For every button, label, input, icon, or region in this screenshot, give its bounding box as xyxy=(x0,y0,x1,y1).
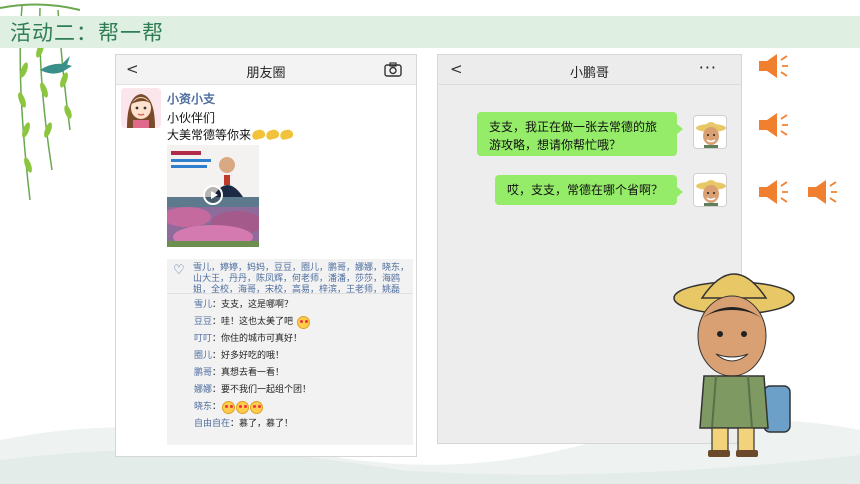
comment[interactable]: 雪儿：支支，这是哪啊？ xyxy=(194,298,293,312)
speaker-icon[interactable] xyxy=(806,178,840,206)
comment-author[interactable]: 圈儿 xyxy=(194,349,212,363)
likes-comments-box: ♡ 雪儿，婷婷，妈妈，豆豆，圈儿，鹏哥，娜娜，晓东，山大王，丹丹，陈凤辉，何老师… xyxy=(167,259,413,445)
comment-author[interactable]: 自由自在 xyxy=(194,417,230,431)
moments-title: 朋友圈 xyxy=(246,66,286,81)
comment-author[interactable]: 雪儿 xyxy=(194,298,212,312)
avatar[interactable] xyxy=(693,115,727,149)
comment[interactable]: 叮叮：你住的城市可真好！ xyxy=(194,332,302,346)
comment-text: 慕了，慕了！ xyxy=(239,419,294,429)
heart-icon: ♡ xyxy=(173,263,185,278)
chat-message[interactable]: 支支，我正在做一张去常德的旅游攻略，想请你帮忙哦？ xyxy=(477,112,683,156)
comment[interactable]: 圈儿：好多好吃的哦！ xyxy=(194,349,284,363)
comment-author[interactable]: 叮叮 xyxy=(194,332,212,346)
comment[interactable]: 豆豆：哇！这也太美了吧 xyxy=(194,315,311,329)
heart-eyes-emoji-icon xyxy=(236,400,250,414)
comment-text: 哇！这也太美了吧 xyxy=(221,317,294,327)
clap-emoji-icon xyxy=(265,128,280,141)
camera-icon[interactable] xyxy=(384,62,402,77)
clap-emoji-icon xyxy=(279,128,294,141)
post-text-line2-label: 大美常德等你来 xyxy=(167,128,252,142)
heart-eyes-emoji-icon xyxy=(297,315,311,329)
slide-title: 活动二：帮一帮 xyxy=(10,21,164,45)
speaker-icon[interactable] xyxy=(757,52,791,80)
comment[interactable]: 自由自在：慕了，慕了！ xyxy=(194,417,293,431)
post-video-thumbnail[interactable] xyxy=(167,145,259,247)
comment-text: 支支，这是哪啊？ xyxy=(221,300,294,310)
boy-avatar-icon xyxy=(694,116,726,148)
heart-eyes-emoji-icon xyxy=(222,400,236,414)
speaker-icon[interactable] xyxy=(757,111,791,139)
comment-author[interactable]: 豆豆 xyxy=(194,315,212,329)
post-text-line1: 小伙伴们 xyxy=(167,111,216,125)
moments-navbar: < 朋友圈 xyxy=(116,55,416,85)
comment-text: 真想去看一看！ xyxy=(221,368,285,378)
post-author[interactable]: 小资小支 xyxy=(167,90,215,107)
comment[interactable]: 晓东： xyxy=(194,400,264,414)
moments-panel: < 朋友圈 小资小支 小伙伴们 大美常德等你来 ♡ 雪儿，婷婷，妈妈，豆豆，圈儿… xyxy=(115,54,417,457)
comment-author[interactable]: 娜娜 xyxy=(194,383,212,397)
avatar[interactable] xyxy=(693,173,727,207)
likes-list: 雪儿，婷婷，妈妈，豆豆，圈儿，鹏哥，娜娜，晓东，山大王，丹丹，陈凤辉，何老师，潘… xyxy=(193,263,410,295)
chat-navbar: < 小鹏哥 ··· xyxy=(438,55,741,85)
comment-author[interactable]: 晓东 xyxy=(194,400,212,414)
comment[interactable]: 娜娜：要不我们一起组个团！ xyxy=(194,383,311,397)
comment-text: 好多好吃的哦！ xyxy=(221,351,285,361)
slide: 活动二：帮一帮 < 朋友圈 小资小支 小伙伴们 大美常德等你来 ♡ 雪儿，婷婷，… xyxy=(0,0,860,484)
hiker-cartoon-illustration xyxy=(673,273,795,457)
likes-row: ♡ 雪儿，婷婷，妈妈，豆豆，圈儿，鹏哥，娜娜，晓东，山大王，丹丹，陈凤辉，何老师… xyxy=(167,259,413,295)
clap-emoji-icon xyxy=(251,128,266,141)
more-icon[interactable]: ··· xyxy=(699,58,717,77)
post-text-line2: 大美常德等你来 xyxy=(167,126,294,143)
speaker-icon[interactable] xyxy=(757,178,791,206)
avatar[interactable] xyxy=(121,88,161,128)
chat-message[interactable]: 哎，支支，常德在哪个省啊？ xyxy=(495,175,683,205)
comment[interactable]: 鹏哥：真想去看一看！ xyxy=(194,366,284,380)
boy-avatar-icon xyxy=(694,174,726,206)
girl-avatar-icon xyxy=(121,88,161,128)
comment-author[interactable]: 鹏哥 xyxy=(194,366,212,380)
comment-text: 要不我们一起组个团！ xyxy=(221,385,312,395)
comment-text: 你住的城市可真好！ xyxy=(221,334,303,344)
play-icon[interactable] xyxy=(203,185,223,205)
heart-eyes-emoji-icon xyxy=(250,400,264,414)
chat-title: 小鹏哥 xyxy=(569,66,609,81)
